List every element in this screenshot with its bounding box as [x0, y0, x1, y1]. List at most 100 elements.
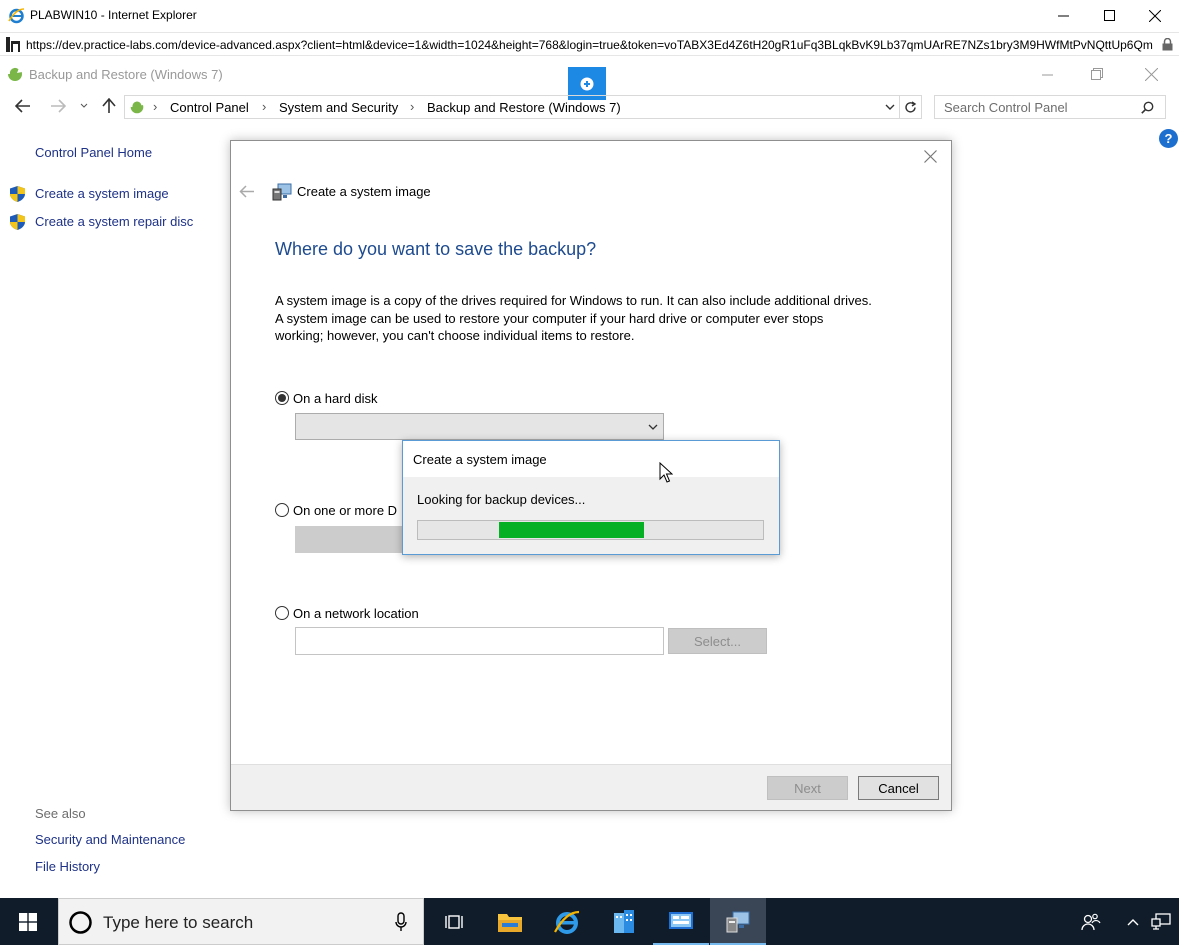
- wizard-title: Create a system image: [297, 184, 431, 199]
- network-radio[interactable]: [275, 606, 289, 620]
- breadcrumb-backup-restore[interactable]: Backup and Restore (Windows 7): [427, 100, 621, 115]
- breadcrumb-separator-icon: ›: [262, 99, 267, 114]
- refresh-button[interactable]: [900, 95, 922, 119]
- popup-title: Create a system image: [413, 452, 547, 467]
- control-panel-taskbar-button[interactable]: [653, 898, 709, 945]
- shield-icon: [10, 186, 25, 202]
- create-repair-disc-link[interactable]: Create a system repair disc: [35, 214, 193, 229]
- chevron-up-icon: [1127, 918, 1139, 925]
- hard-disk-radio[interactable]: [275, 391, 289, 405]
- search-placeholder: Search Control Panel: [944, 100, 1068, 115]
- taskbar-search-placeholder: Type here to search: [103, 913, 254, 932]
- select-button[interactable]: Select...: [668, 628, 767, 654]
- system-image-icon: [726, 911, 750, 932]
- help-icon[interactable]: ?: [1159, 129, 1178, 148]
- wizard-description: A system image is a copy of the drives r…: [275, 293, 872, 343]
- close-icon: [1149, 9, 1161, 22]
- wizard-heading: Where do you want to save the backup?: [275, 239, 597, 259]
- windows-logo-icon: [19, 912, 37, 931]
- internet-explorer-icon: [554, 910, 580, 934]
- mouse-cursor-icon: [659, 462, 673, 483]
- popup-header: Create a system image: [403, 441, 779, 477]
- refresh-icon: [905, 100, 917, 113]
- expand-icon: [580, 77, 594, 90]
- ie-url[interactable]: https://dev.practice-labs.com/device-adv…: [26, 38, 1153, 52]
- looking-for-devices-dialog: Create a system image Looking for backup…: [402, 440, 780, 555]
- file-history-link[interactable]: File History: [35, 859, 100, 874]
- security-maintenance-link[interactable]: Security and Maintenance: [35, 832, 185, 847]
- close-icon[interactable]: [924, 150, 937, 163]
- minimize-icon: [1041, 74, 1053, 75]
- back-arrow-icon[interactable]: [239, 185, 255, 198]
- breadcrumb-separator-icon: ›: [153, 99, 158, 114]
- ie-window-title: PLABWIN10 - Internet Explorer: [30, 8, 197, 22]
- maximize-icon: [1103, 10, 1115, 21]
- internet-explorer-taskbar-button[interactable]: [539, 898, 595, 945]
- cp-minimize-button[interactable]: [1022, 58, 1072, 90]
- network-location-input[interactable]: [295, 627, 664, 655]
- search-control-panel-input[interactable]: Search Control Panel: [934, 95, 1166, 119]
- hard-disk-label[interactable]: On a hard disk: [293, 391, 378, 406]
- forward-button[interactable]: [46, 94, 70, 118]
- taskbar-search-box[interactable]: Type here to search: [58, 898, 424, 945]
- microphone-icon[interactable]: [395, 912, 407, 932]
- control-panel-home-link[interactable]: Control Panel Home: [35, 145, 152, 160]
- address-breadcrumb[interactable]: › Control Panel › System and Security › …: [124, 95, 900, 119]
- chevron-down-icon: [80, 103, 88, 108]
- people-button[interactable]: [1070, 898, 1112, 945]
- cp-window-title: Backup and Restore (Windows 7): [29, 67, 223, 82]
- backup-restore-icon: [7, 65, 22, 81]
- internet-explorer-icon: [8, 8, 25, 24]
- radio-selected-dot: [278, 394, 286, 402]
- breadcrumb-system-security[interactable]: System and Security: [279, 100, 398, 115]
- next-button[interactable]: Next: [767, 776, 848, 800]
- show-hidden-icons-button[interactable]: [1120, 898, 1146, 945]
- recent-locations-button[interactable]: [74, 94, 94, 118]
- search-icon[interactable]: [1141, 101, 1154, 114]
- chevron-down-icon[interactable]: [885, 104, 895, 111]
- people-icon: [1081, 913, 1101, 930]
- breadcrumb-control-panel[interactable]: Control Panel: [170, 100, 249, 115]
- cancel-button[interactable]: Cancel: [858, 776, 939, 800]
- backup-wizard-taskbar-button[interactable]: [710, 898, 766, 945]
- progress-bar-fill: [499, 522, 644, 538]
- cp-close-button[interactable]: [1126, 58, 1176, 90]
- start-button[interactable]: [0, 898, 56, 945]
- chevron-down-icon: [648, 424, 658, 430]
- task-view-icon: [445, 914, 463, 929]
- arrow-right-icon: [51, 99, 66, 113]
- lock-icon: [1162, 38, 1173, 51]
- dvd-label[interactable]: On one or more D: [293, 503, 397, 518]
- network-icon: [1151, 912, 1171, 930]
- back-button[interactable]: [11, 94, 35, 118]
- arrow-up-icon: [102, 98, 116, 113]
- ie-address-bar[interactable]: https://dev.practice-labs.com/device-adv…: [0, 32, 1179, 56]
- wizard-footer: Next Cancel: [231, 764, 951, 810]
- building-icon: [614, 909, 634, 933]
- popup-status-text: Looking for backup devices...: [417, 492, 586, 507]
- server-manager-taskbar-button[interactable]: [596, 898, 652, 945]
- arrow-left-icon: [15, 99, 30, 113]
- folder-icon: [498, 913, 522, 932]
- restore-icon: [1091, 68, 1103, 80]
- close-icon: [1144, 67, 1158, 81]
- network-label[interactable]: On a network location: [293, 606, 419, 621]
- ie-minimize-button[interactable]: [1040, 0, 1086, 31]
- taskbar: Type here to search: [0, 898, 1179, 945]
- ie-close-button[interactable]: [1132, 0, 1178, 31]
- create-system-image-link[interactable]: Create a system image: [35, 186, 169, 201]
- minimize-icon: [1057, 15, 1069, 17]
- shield-icon: [10, 214, 25, 230]
- hard-disk-dropdown[interactable]: [295, 413, 664, 440]
- up-button[interactable]: [97, 94, 121, 118]
- file-explorer-taskbar-button[interactable]: [482, 898, 538, 945]
- site-icon: [6, 37, 20, 52]
- ie-maximize-button[interactable]: [1086, 0, 1132, 31]
- network-button[interactable]: [1146, 898, 1176, 945]
- cortana-icon: [69, 911, 92, 934]
- dvd-radio[interactable]: [275, 503, 289, 517]
- control-panel-icon: [669, 911, 693, 929]
- see-also-label: See also: [35, 806, 86, 821]
- task-view-button[interactable]: [426, 898, 482, 945]
- cp-restore-button[interactable]: [1072, 58, 1122, 90]
